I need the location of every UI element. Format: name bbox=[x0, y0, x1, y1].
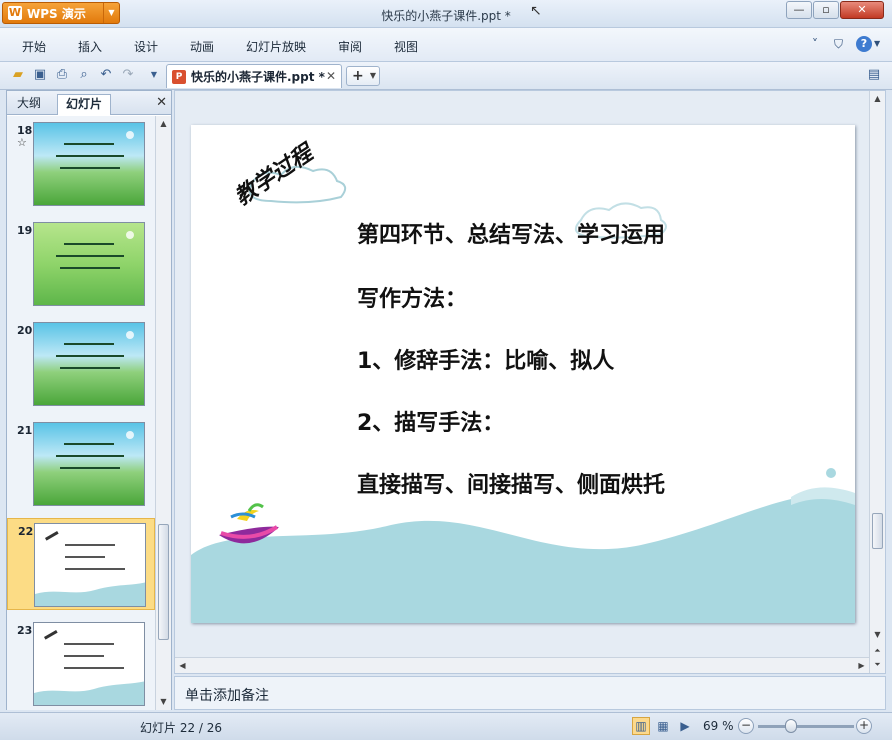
close-panel-icon[interactable]: ✕ bbox=[156, 95, 167, 110]
quick-toolbar: ▰ ▣ ⎙ ⌕ ↶ ↷ ▼ P 快乐的小燕子课件.ppt * ✕ + ▼ ▤ bbox=[0, 62, 892, 90]
menu-review[interactable]: 审阅 bbox=[338, 38, 362, 55]
scroll-thumb[interactable] bbox=[158, 524, 169, 640]
new-tab-button[interactable]: + ▼ bbox=[346, 66, 380, 86]
thumbnail-preview bbox=[33, 422, 145, 506]
thumbnail-list: 18 ☆ 19 20 21 22 23 bbox=[7, 116, 155, 710]
slide-line-5[interactable]: 直接描写、间接描写、侧面烘托 bbox=[357, 467, 665, 499]
slide-line-4[interactable]: 2、描写手法： bbox=[357, 405, 504, 437]
menu-animation[interactable]: 动画 bbox=[190, 38, 214, 55]
document-tab[interactable]: P 快乐的小燕子课件.ppt * ✕ bbox=[166, 64, 342, 88]
zoom-in-button[interactable]: + bbox=[856, 718, 872, 734]
menu-view[interactable]: 视图 bbox=[394, 38, 418, 55]
zoom-out-button[interactable]: − bbox=[738, 718, 754, 734]
wave-shape bbox=[191, 493, 855, 623]
tab-outline[interactable]: 大纲 bbox=[9, 94, 49, 115]
collapse-ribbon-icon[interactable]: ˅ bbox=[812, 37, 818, 51]
slide-line-3[interactable]: 1、修辞手法：比喻、拟人 bbox=[357, 343, 614, 375]
thumbnail-number: 20 bbox=[17, 324, 33, 337]
thumbnail-number: 19 bbox=[17, 224, 33, 237]
slide-line-2[interactable]: 写作方法： bbox=[357, 281, 467, 313]
bubble-dot bbox=[826, 468, 836, 478]
close-window-button[interactable]: ✕ bbox=[840, 1, 884, 19]
menu-insert[interactable]: 插入 bbox=[78, 38, 102, 55]
maximize-button[interactable]: ▫ bbox=[813, 1, 839, 19]
scroll-thumb[interactable] bbox=[872, 513, 883, 549]
scroll-up-icon[interactable]: ▲ bbox=[156, 116, 171, 131]
thumbnail-preview bbox=[33, 322, 145, 406]
zoom-slider-track[interactable] bbox=[758, 725, 854, 728]
status-bar: 幻灯片 22 / 26 ▥ ▦ ▶ 69 % − + bbox=[0, 712, 892, 740]
slide-thumbnail[interactable]: 20 bbox=[7, 318, 155, 410]
normal-view-icon[interactable]: ▥ bbox=[632, 717, 650, 735]
panel-tabs: 大纲 幻灯片 ✕ bbox=[7, 91, 171, 115]
menu-slideshow[interactable]: 幻灯片放映 bbox=[246, 38, 306, 55]
menu-design[interactable]: 设计 bbox=[134, 38, 158, 55]
slide-indicator: 幻灯片 22 / 26 bbox=[140, 721, 223, 735]
previous-slide-icon[interactable]: ⏶ bbox=[870, 643, 885, 658]
open-folder-icon[interactable]: ▰ bbox=[10, 67, 26, 83]
animation-star-icon: ☆ bbox=[17, 136, 27, 149]
new-tab-dropdown-icon[interactable]: ▼ bbox=[370, 67, 376, 85]
zoom-level: 69 % bbox=[703, 719, 734, 733]
minimize-button[interactable]: — bbox=[786, 1, 812, 19]
slide-vertical-scrollbar[interactable]: ▲ ▼ ⏶ ⏷ bbox=[869, 91, 885, 673]
slide-thumbnail[interactable]: 22 bbox=[7, 518, 155, 610]
save-icon[interactable]: ▣ bbox=[32, 67, 48, 83]
thumbnail-number: 22 bbox=[18, 525, 34, 538]
skin-shirt-icon[interactable]: ⛉ bbox=[834, 37, 843, 52]
customize-toolbar-icon[interactable]: ▼ bbox=[146, 67, 162, 83]
slide-thumbnail[interactable]: 23 bbox=[7, 618, 155, 710]
mouse-cursor-icon: ↖ bbox=[530, 3, 542, 19]
menu-bar: 开始 插入 设计 动画 幻灯片放映 审阅 视图 ˅ ⛉ ? ▼ bbox=[0, 28, 892, 62]
undo-icon[interactable]: ↶ bbox=[98, 67, 114, 83]
title-bar: W WPS 演示 ▼ 快乐的小燕子课件.ppt * ↖ — ▫ ✕ bbox=[0, 0, 892, 28]
document-tab-name: 快乐的小燕子课件.ppt * bbox=[191, 70, 325, 84]
print-preview-icon[interactable]: ⌕ bbox=[76, 67, 92, 83]
slide-editor: 教学过程 第四环节、总结写法、学习运用 写作方法： 1、修辞手法：比喻、拟人 2… bbox=[174, 90, 886, 674]
zoom-slider-knob[interactable] bbox=[785, 719, 798, 733]
slide-thumbnail[interactable]: 21 bbox=[7, 418, 155, 510]
thumbnail-preview bbox=[33, 622, 145, 706]
window-title: 快乐的小燕子课件.ppt * bbox=[381, 9, 511, 23]
thumbnail-scrollbar[interactable]: ▲ ▼ bbox=[155, 116, 171, 710]
redo-icon[interactable]: ↷ bbox=[120, 67, 136, 83]
scroll-left-icon[interactable]: ◀ bbox=[175, 658, 190, 673]
slide-horizontal-scrollbar[interactable]: ◀ ▶ bbox=[175, 657, 869, 673]
window-layout-icon[interactable]: ▤ bbox=[866, 67, 882, 83]
menu-home[interactable]: 开始 bbox=[22, 38, 46, 55]
slide-thumbnail[interactable]: 19 bbox=[7, 218, 155, 310]
scroll-up-icon[interactable]: ▲ bbox=[870, 91, 885, 106]
ppt-file-icon: P bbox=[172, 69, 186, 84]
tab-slides[interactable]: 幻灯片 bbox=[57, 94, 112, 115]
slide-panel: 大纲 幻灯片 ✕ 18 ☆ 19 20 21 22 23 ▲ ▼ bbox=[6, 90, 172, 710]
slide-line-1[interactable]: 第四环节、总结写法、学习运用 bbox=[357, 217, 665, 249]
thumbnail-preview bbox=[34, 523, 146, 607]
notes-pane[interactable]: 单击添加备注 bbox=[174, 676, 886, 710]
scroll-down-icon[interactable]: ▼ bbox=[156, 694, 171, 709]
help-icon[interactable]: ? bbox=[856, 36, 872, 52]
thumbnail-number: 21 bbox=[17, 424, 33, 437]
slideshow-view-icon[interactable]: ▶ bbox=[676, 717, 694, 735]
thumbnail-preview bbox=[33, 122, 145, 206]
close-tab-icon[interactable]: ✕ bbox=[326, 69, 336, 83]
next-slide-icon[interactable]: ⏷ bbox=[870, 657, 885, 672]
print-icon[interactable]: ⎙ bbox=[54, 67, 70, 83]
help-dropdown-icon[interactable]: ▼ bbox=[874, 39, 880, 48]
slide-thumbnail[interactable]: 18 ☆ bbox=[7, 118, 155, 210]
scroll-right-icon[interactable]: ▶ bbox=[854, 658, 869, 673]
thumbnail-number: 23 bbox=[17, 624, 33, 637]
scroll-down-icon[interactable]: ▼ bbox=[870, 627, 885, 642]
thumbnail-preview bbox=[33, 222, 145, 306]
current-slide[interactable]: 教学过程 第四环节、总结写法、学习运用 写作方法： 1、修辞手法：比喻、拟人 2… bbox=[191, 125, 855, 623]
slide-sorter-view-icon[interactable]: ▦ bbox=[654, 717, 672, 735]
